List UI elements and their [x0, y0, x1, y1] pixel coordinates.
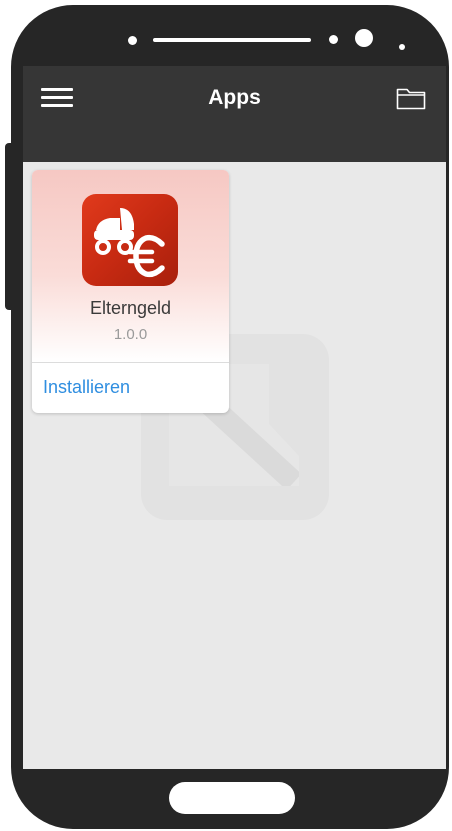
sensor-dot	[329, 35, 338, 44]
app-screen: Apps Elterngeld 1.0.0 Installieren	[23, 66, 446, 769]
app-card[interactable]: Elterngeld 1.0.0 Installieren	[32, 170, 229, 413]
phone-top-bar	[0, 0, 452, 66]
folder-icon[interactable]	[396, 86, 426, 110]
app-version: 1.0.0	[113, 326, 148, 343]
page-title: Apps	[208, 86, 261, 109]
stroller-euro-icon	[82, 194, 178, 286]
app-header: Apps	[23, 66, 446, 162]
light-sensor-dot	[399, 44, 405, 50]
card-divider	[32, 362, 229, 363]
phone-speaker	[153, 38, 311, 42]
home-button[interactable]	[169, 782, 295, 814]
front-camera-dot	[128, 36, 137, 45]
front-camera-lens	[355, 29, 373, 47]
install-button[interactable]: Installieren	[43, 377, 130, 398]
app-name: Elterngeld	[89, 298, 172, 318]
